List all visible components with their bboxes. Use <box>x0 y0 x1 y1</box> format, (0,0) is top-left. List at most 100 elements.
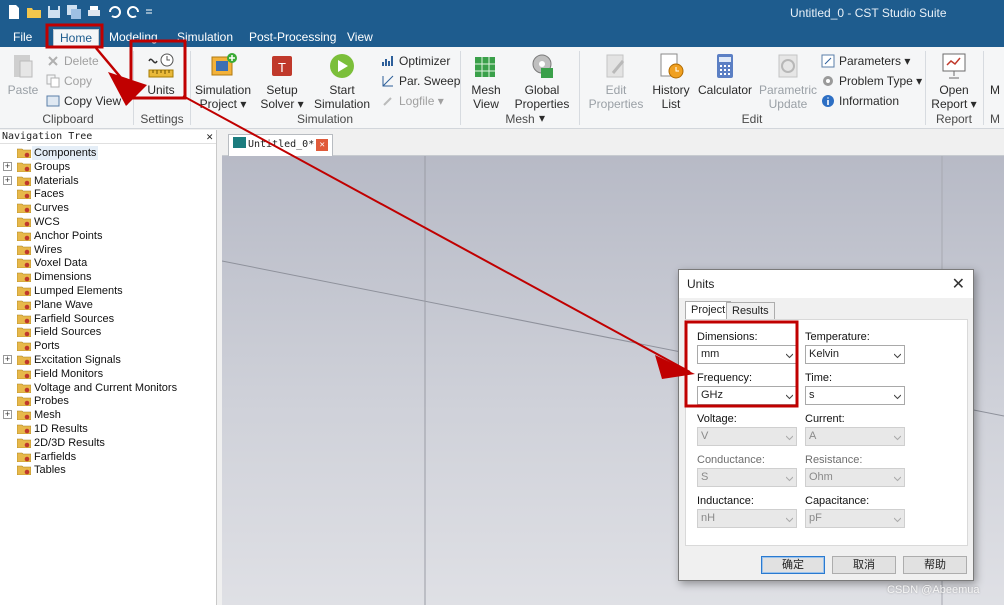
tree-item[interactable]: Components <box>0 146 217 160</box>
units-icon <box>148 53 174 78</box>
tree-item[interactable]: Farfields <box>0 450 217 464</box>
tree-item[interactable]: WCS <box>0 215 217 229</box>
tree-item-label: Farfield Sources <box>34 312 115 325</box>
frequency-select[interactable]: GHz <box>697 386 797 405</box>
folder-icon <box>17 259 31 269</box>
setup-solver-button[interactable]: T Setup Solver ▾ <box>260 51 304 111</box>
copy-view-button[interactable]: Copy View ▾ <box>46 93 131 109</box>
save-all-icon[interactable] <box>66 4 82 20</box>
open-folder-icon[interactable] <box>26 4 42 20</box>
copy-button[interactable]: Copy <box>46 73 92 89</box>
expand-icon[interactable]: + <box>3 175 12 185</box>
start-simulation-button[interactable]: Start Simulation <box>313 51 371 111</box>
tab-project[interactable]: Project <box>685 301 732 320</box>
close-tab-icon[interactable]: ✕ <box>316 139 329 151</box>
folder-icon <box>17 286 31 296</box>
redo-icon[interactable] <box>126 4 142 20</box>
tree-item[interactable]: Faces <box>0 187 217 201</box>
calculator-button[interactable]: Calculator <box>697 51 753 97</box>
customize-toolbar-icon[interactable] <box>144 4 154 20</box>
undo-icon[interactable] <box>106 4 122 20</box>
tab-home[interactable]: Home <box>53 29 100 47</box>
ribbon-overflow-label: M <box>990 83 1000 97</box>
temperature-select[interactable]: Kelvin <box>805 345 905 364</box>
dimensions-select[interactable]: mm <box>697 345 797 364</box>
tree-item[interactable]: Curves <box>0 201 217 215</box>
tree-item[interactable]: 2D/3D Results <box>0 436 217 450</box>
chevron-down-icon: ▾ <box>121 94 131 108</box>
tree-item[interactable]: Field Sources <box>0 325 217 339</box>
save-icon[interactable] <box>46 4 62 20</box>
tab-results[interactable]: Results <box>726 302 775 320</box>
tree-item[interactable]: Anchor Points <box>0 229 217 243</box>
tab-modeling[interactable]: Modeling <box>103 29 164 47</box>
folder-icon <box>17 328 31 338</box>
close-icon[interactable]: ✕ <box>206 130 213 144</box>
expand-icon[interactable]: + <box>3 410 12 420</box>
tree-item-label: Lumped Elements <box>34 285 123 297</box>
tree-item[interactable]: Voltage and Current Monitors <box>0 381 217 395</box>
tree-item[interactable]: Lumped Elements <box>0 284 217 298</box>
tree-item[interactable]: Dimensions <box>0 270 217 284</box>
parametric-update-button[interactable]: Parametric Update <box>758 51 818 111</box>
ok-button[interactable]: 确定 <box>761 556 825 574</box>
ribbon-separator <box>190 51 191 125</box>
problem-type-button[interactable]: Problem Type ▾ <box>821 73 922 89</box>
tab-view[interactable]: View <box>341 29 379 47</box>
folder-icon <box>17 452 31 462</box>
delete-button[interactable]: Delete <box>46 53 99 69</box>
expand-icon[interactable]: + <box>3 161 12 171</box>
current-label: Current: <box>805 413 845 425</box>
par-sweep-button[interactable]: Par. Sweep <box>381 73 460 89</box>
chevron-down-icon <box>786 517 793 523</box>
tree-item[interactable]: + Excitation Signals <box>0 353 217 367</box>
help-button[interactable]: 帮助 <box>903 556 967 574</box>
open-report-button[interactable]: Open Report ▾ <box>930 51 978 111</box>
tree-item[interactable]: Field Monitors <box>0 367 217 381</box>
tree-item[interactable]: Tables <box>0 463 217 477</box>
folder-icon <box>17 369 31 379</box>
tree-item[interactable]: + Mesh <box>0 408 217 422</box>
tree-item-label: Probes <box>34 395 69 408</box>
simulation-project-button[interactable]: Simulation Project ▾ <box>193 51 253 111</box>
expand-icon[interactable]: + <box>3 355 12 364</box>
edit-properties-button[interactable]: Edit Properties <box>586 51 646 111</box>
units-dialog: Units ✕ Project Results Dimensions: mm T… <box>678 269 974 581</box>
cancel-button[interactable]: 取消 <box>832 556 896 574</box>
tab-file[interactable]: File <box>7 29 38 47</box>
tree-item-label: Ports <box>34 340 60 353</box>
tree-item[interactable]: Probes <box>0 394 217 408</box>
tree-item[interactable]: Voxel Data <box>0 256 217 270</box>
dialog-title: Units <box>687 277 715 291</box>
tree-item[interactable]: Farfield Sources <box>0 312 217 326</box>
print-icon[interactable] <box>86 4 102 20</box>
new-file-icon[interactable] <box>6 4 22 20</box>
parameters-button[interactable]: Parameters ▾ <box>821 53 910 69</box>
chevron-down-icon <box>786 353 793 359</box>
history-list-button[interactable]: History List <box>650 51 692 111</box>
tree-item[interactable]: Wires <box>0 243 217 257</box>
paste-button[interactable]: Paste <box>6 51 40 97</box>
information-button[interactable]: Information <box>821 93 899 109</box>
document-tab[interactable]: Untitled_0* ✕ <box>228 134 334 156</box>
close-icon[interactable]: ✕ <box>952 274 965 294</box>
folder-icon <box>17 176 31 186</box>
optimizer-button[interactable]: Optimizer <box>381 53 450 69</box>
tab-simulation[interactable]: Simulation <box>171 29 239 47</box>
tree-item[interactable]: + Groups <box>0 160 217 174</box>
tree-item-label: WCS <box>34 216 60 228</box>
time-select[interactable]: s <box>805 386 905 405</box>
calculator-icon <box>717 54 733 78</box>
clipboard-group-label: Clipboard <box>42 112 94 126</box>
tree-item[interactable]: Ports <box>0 339 217 353</box>
tree-item[interactable]: + Materials <box>0 174 217 188</box>
tree-item[interactable]: Plane Wave <box>0 298 217 312</box>
folder-icon <box>17 203 31 214</box>
mesh-view-button[interactable]: Mesh View <box>466 51 506 111</box>
tree-item[interactable]: 1D Results <box>0 422 217 436</box>
ribbon-overflow-group-label: M <box>990 112 1000 126</box>
tab-post-processing[interactable]: Post-Processing <box>243 29 342 47</box>
tree-item-label: Field Monitors <box>34 367 104 380</box>
units-button[interactable]: Units <box>140 51 182 97</box>
logfile-button[interactable]: Logfile ▾ <box>381 93 444 109</box>
